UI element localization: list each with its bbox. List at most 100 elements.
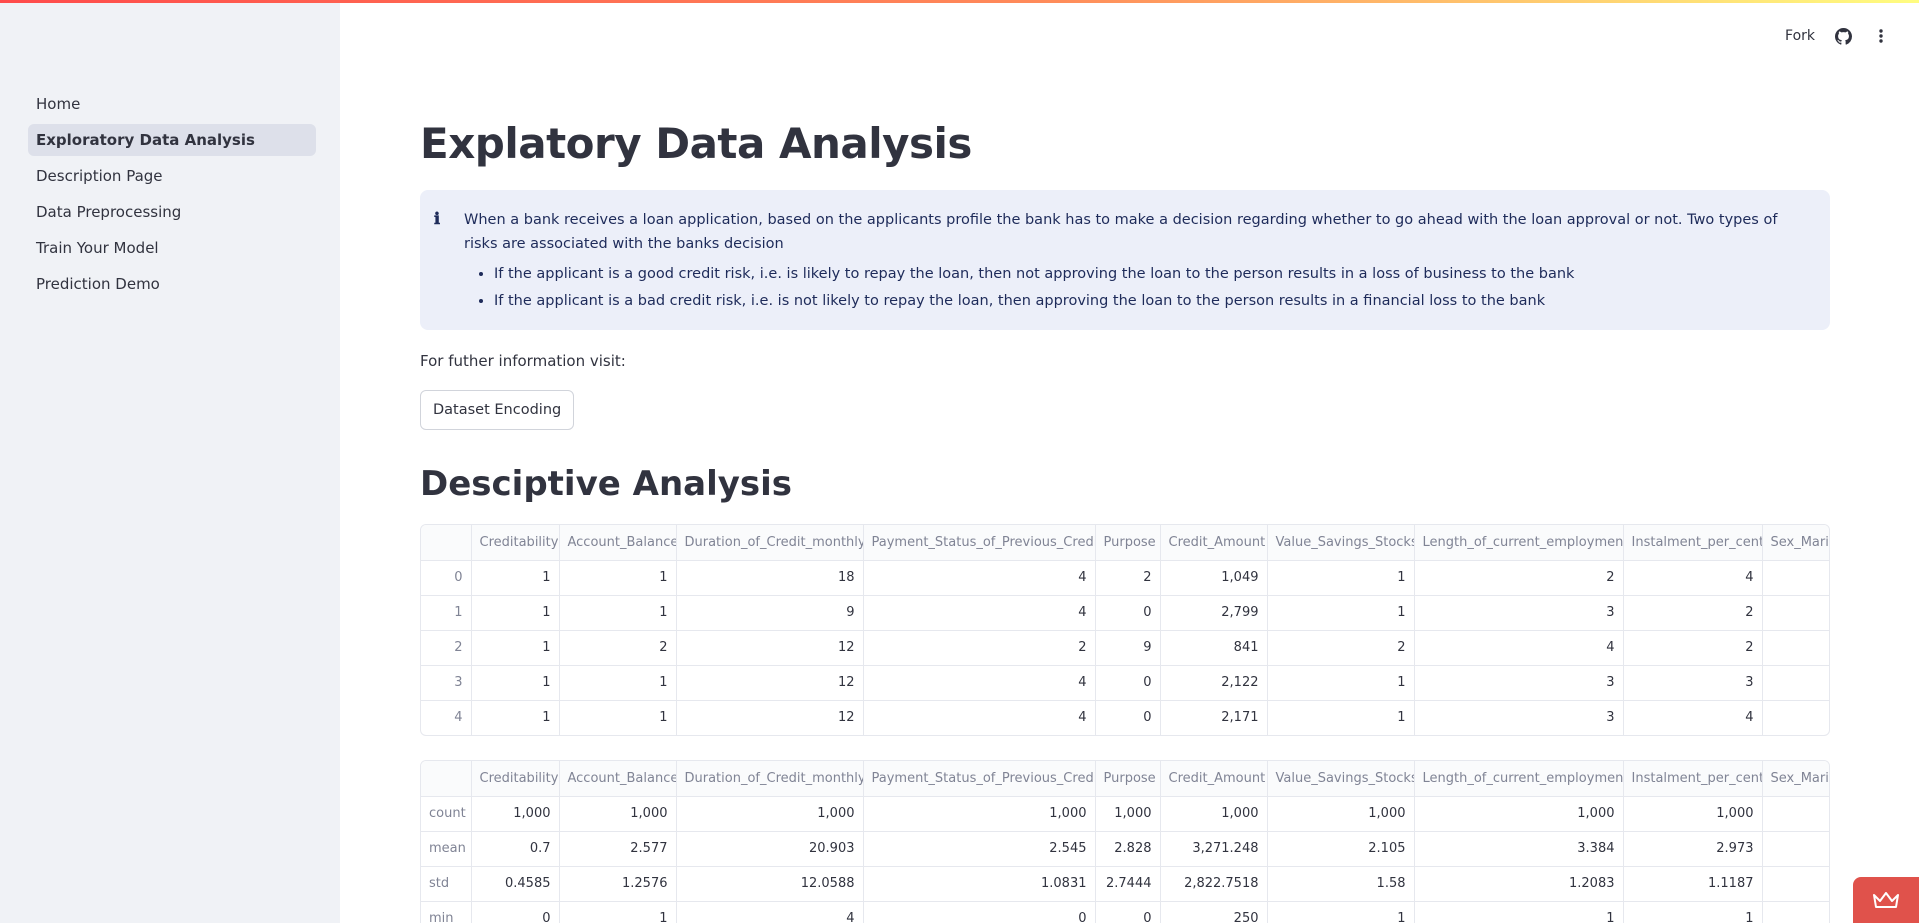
table-cell[interactable]: 2,171 bbox=[1160, 700, 1268, 735]
table-cell[interactable]: 2.7444 bbox=[1095, 866, 1161, 902]
describe-dataframe[interactable]: Creditability Account_Balance Duration_of_… bbox=[420, 760, 1830, 923]
column-header[interactable]: Purpose bbox=[1095, 525, 1161, 561]
head-dataframe[interactable]: Creditability Account_Balance Duration_of_… bbox=[420, 524, 1830, 736]
table-cell[interactable] bbox=[1762, 630, 1829, 666]
table-cell[interactable]: 0.7 bbox=[471, 831, 560, 867]
table-cell[interactable]: 1 bbox=[1267, 595, 1415, 631]
table-cell[interactable]: 2 bbox=[559, 630, 677, 666]
column-header[interactable]: Account_Balance bbox=[559, 761, 677, 797]
table-cell[interactable] bbox=[1762, 831, 1829, 867]
table-cell[interactable]: 3 bbox=[1623, 665, 1763, 701]
column-header[interactable]: Instalment_per_cent bbox=[1623, 761, 1763, 797]
table-cell[interactable]: 12 bbox=[676, 665, 864, 701]
table-cell[interactable]: 3,271.248 bbox=[1160, 831, 1268, 867]
table-cell[interactable]: 1 bbox=[471, 665, 560, 701]
sidebar-item-exploratory-data-analysis[interactable]: Exploratory Data Analysis bbox=[28, 124, 316, 156]
column-header[interactable]: Purpose bbox=[1095, 761, 1161, 797]
table-cell[interactable]: 12 bbox=[676, 700, 864, 735]
table-cell[interactable]: 2 bbox=[863, 630, 1096, 666]
table-cell[interactable] bbox=[1762, 700, 1829, 735]
table-cell[interactable]: 1,000 bbox=[1623, 796, 1763, 832]
table-cell[interactable]: 3.384 bbox=[1414, 831, 1624, 867]
table-cell[interactable]: 1 bbox=[1267, 665, 1415, 701]
table-cell[interactable]: 0.4585 bbox=[471, 866, 560, 902]
table-cell[interactable]: 2 bbox=[1414, 560, 1624, 596]
column-header[interactable]: Payment_Status_of_Previous_Credit bbox=[863, 761, 1096, 797]
table-cell[interactable]: 12 bbox=[676, 630, 864, 666]
table-cell[interactable]: 1.0831 bbox=[863, 866, 1096, 902]
table-cell[interactable] bbox=[1762, 866, 1829, 902]
table-cell[interactable]: 1 bbox=[471, 630, 560, 666]
column-header[interactable]: Credit_Amount bbox=[1160, 525, 1268, 561]
table-cell[interactable]: 2,799 bbox=[1160, 595, 1268, 631]
kebab-menu-icon[interactable] bbox=[1871, 26, 1891, 46]
column-header[interactable]: Sex_Marital_Status bbox=[1762, 761, 1829, 797]
sidebar-item-home[interactable]: Home bbox=[28, 88, 316, 120]
table-cell[interactable]: 2 bbox=[1267, 630, 1415, 666]
table-cell[interactable]: 2 bbox=[1095, 560, 1161, 596]
table-cell[interactable]: 0 bbox=[1095, 665, 1161, 701]
table-cell[interactable]: 12.0588 bbox=[676, 866, 864, 902]
table-cell[interactable]: 1.2576 bbox=[559, 866, 677, 902]
table-cell[interactable]: 3 bbox=[1414, 595, 1624, 631]
column-header[interactable]: Value_Savings_Stocks bbox=[1267, 525, 1415, 561]
table-cell[interactable]: 1,000 bbox=[1267, 796, 1415, 832]
table-cell[interactable]: 0 bbox=[1095, 700, 1161, 735]
table-cell[interactable]: 1,000 bbox=[1160, 796, 1268, 832]
table-cell[interactable]: 9 bbox=[676, 595, 864, 631]
table-cell[interactable]: 250 bbox=[1160, 901, 1268, 923]
table-cell[interactable] bbox=[1762, 901, 1829, 923]
table-cell[interactable]: 1 bbox=[471, 595, 560, 631]
table-cell[interactable]: 1.1187 bbox=[1623, 866, 1763, 902]
table-cell[interactable]: 3 bbox=[1414, 700, 1624, 735]
table-cell[interactable]: 0 bbox=[1095, 901, 1161, 923]
table-cell[interactable]: 841 bbox=[1160, 630, 1268, 666]
table-cell[interactable]: 2 bbox=[1623, 595, 1763, 631]
table-cell[interactable]: 1,049 bbox=[1160, 560, 1268, 596]
table-cell[interactable]: 2.828 bbox=[1095, 831, 1161, 867]
table-cell[interactable]: 4 bbox=[1623, 560, 1763, 596]
table-cell[interactable]: 4 bbox=[863, 560, 1096, 596]
column-header[interactable]: Sex_Marital_Status bbox=[1762, 525, 1829, 561]
table-cell[interactable]: 1,000 bbox=[676, 796, 864, 832]
table-cell[interactable]: 1,000 bbox=[471, 796, 560, 832]
table-cell[interactable]: 1 bbox=[559, 700, 677, 735]
table-cell[interactable]: 2.545 bbox=[863, 831, 1096, 867]
column-header[interactable]: Duration_of_Credit_monthly bbox=[676, 761, 864, 797]
table-cell[interactable]: 1 bbox=[559, 901, 677, 923]
table-cell[interactable]: 1,000 bbox=[559, 796, 677, 832]
table-cell[interactable]: 2.105 bbox=[1267, 831, 1415, 867]
column-header[interactable]: Length_of_current_employment bbox=[1414, 525, 1624, 561]
dataset-encoding-button[interactable]: Dataset Encoding bbox=[420, 390, 575, 430]
table-cell[interactable]: 2 bbox=[1623, 630, 1763, 666]
sidebar-item-train-your-model[interactable]: Train Your Model bbox=[28, 232, 316, 264]
table-cell[interactable]: 1.58 bbox=[1267, 866, 1415, 902]
table-cell[interactable] bbox=[1762, 665, 1829, 701]
table-cell[interactable]: 0 bbox=[471, 901, 560, 923]
table-cell[interactable]: 0 bbox=[863, 901, 1096, 923]
sidebar-item-prediction-demo[interactable]: Prediction Demo bbox=[28, 268, 316, 300]
table-cell[interactable]: 1 bbox=[471, 700, 560, 735]
table-cell[interactable]: 2.973 bbox=[1623, 831, 1763, 867]
table-cell[interactable]: 1 bbox=[559, 560, 677, 596]
table-cell[interactable]: 1,000 bbox=[1095, 796, 1161, 832]
table-cell[interactable]: 3 bbox=[1414, 665, 1624, 701]
column-header[interactable]: Credit_Amount bbox=[1160, 761, 1268, 797]
table-cell[interactable]: 1,000 bbox=[1414, 796, 1624, 832]
column-header[interactable]: Duration_of_Credit_monthly bbox=[676, 525, 864, 561]
table-cell[interactable] bbox=[1762, 796, 1829, 832]
sidebar-item-description-page[interactable]: Description Page bbox=[28, 160, 316, 192]
table-cell[interactable]: 2.577 bbox=[559, 831, 677, 867]
column-header[interactable]: Payment_Status_of_Previous_Credit bbox=[863, 525, 1096, 561]
table-cell[interactable]: 1 bbox=[1267, 901, 1415, 923]
table-cell[interactable]: 9 bbox=[1095, 630, 1161, 666]
table-cell[interactable]: 20.903 bbox=[676, 831, 864, 867]
streamlit-crown-button[interactable] bbox=[1853, 877, 1919, 923]
table-cell[interactable] bbox=[1762, 595, 1829, 631]
table-cell[interactable]: 1 bbox=[1267, 560, 1415, 596]
table-cell[interactable]: 1 bbox=[559, 595, 677, 631]
table-cell[interactable]: 1.2083 bbox=[1414, 866, 1624, 902]
column-header[interactable]: Creditability bbox=[471, 761, 560, 797]
table-cell[interactable]: 1,000 bbox=[863, 796, 1096, 832]
table-cell[interactable]: 4 bbox=[863, 700, 1096, 735]
